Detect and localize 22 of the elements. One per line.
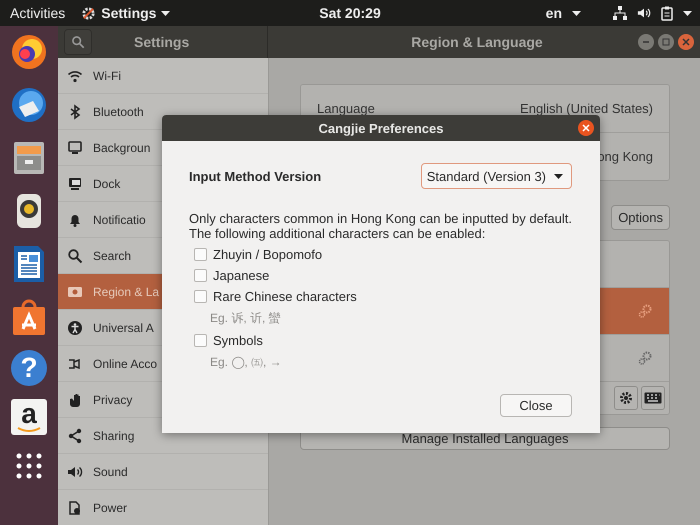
sidebar-label: Power [93, 500, 128, 514]
sidebar-label: Bluetooth [93, 104, 144, 118]
description-text: Only characters common in Hong Kong can be inputted by default. [189, 211, 572, 226]
example-text: Eg. ◯, ㈤, → [210, 354, 283, 371]
sidebar-label: Dock [93, 176, 120, 190]
sidebar-label: Online Acco [93, 356, 158, 370]
sidebar-label: Privacy [93, 392, 132, 406]
example-text: Eg. 诉, 䜣, 蠻 [210, 310, 282, 327]
sidebar-label: Backgroun [93, 140, 150, 154]
window-title: Region & Language [410, 34, 544, 50]
row-label: Language [317, 101, 375, 116]
description-text: The following additional characters can be enabled: [189, 226, 486, 241]
sidebar-label: Notificatio [93, 212, 146, 226]
sidebar-label: Universal A [93, 320, 154, 334]
sidebar-label: Wi-Fi [93, 68, 121, 82]
sidebar-title: Settings [134, 34, 190, 50]
sidebar-label: Region & La [93, 284, 160, 298]
sidebar-label: Search [93, 248, 132, 262]
sidebar-label: Sound [93, 464, 128, 478]
sidebar-label: Sharing [93, 428, 134, 442]
dialog-title: Cangjie Preferences [318, 120, 444, 136]
version-label: Input Method Version [189, 168, 322, 184]
